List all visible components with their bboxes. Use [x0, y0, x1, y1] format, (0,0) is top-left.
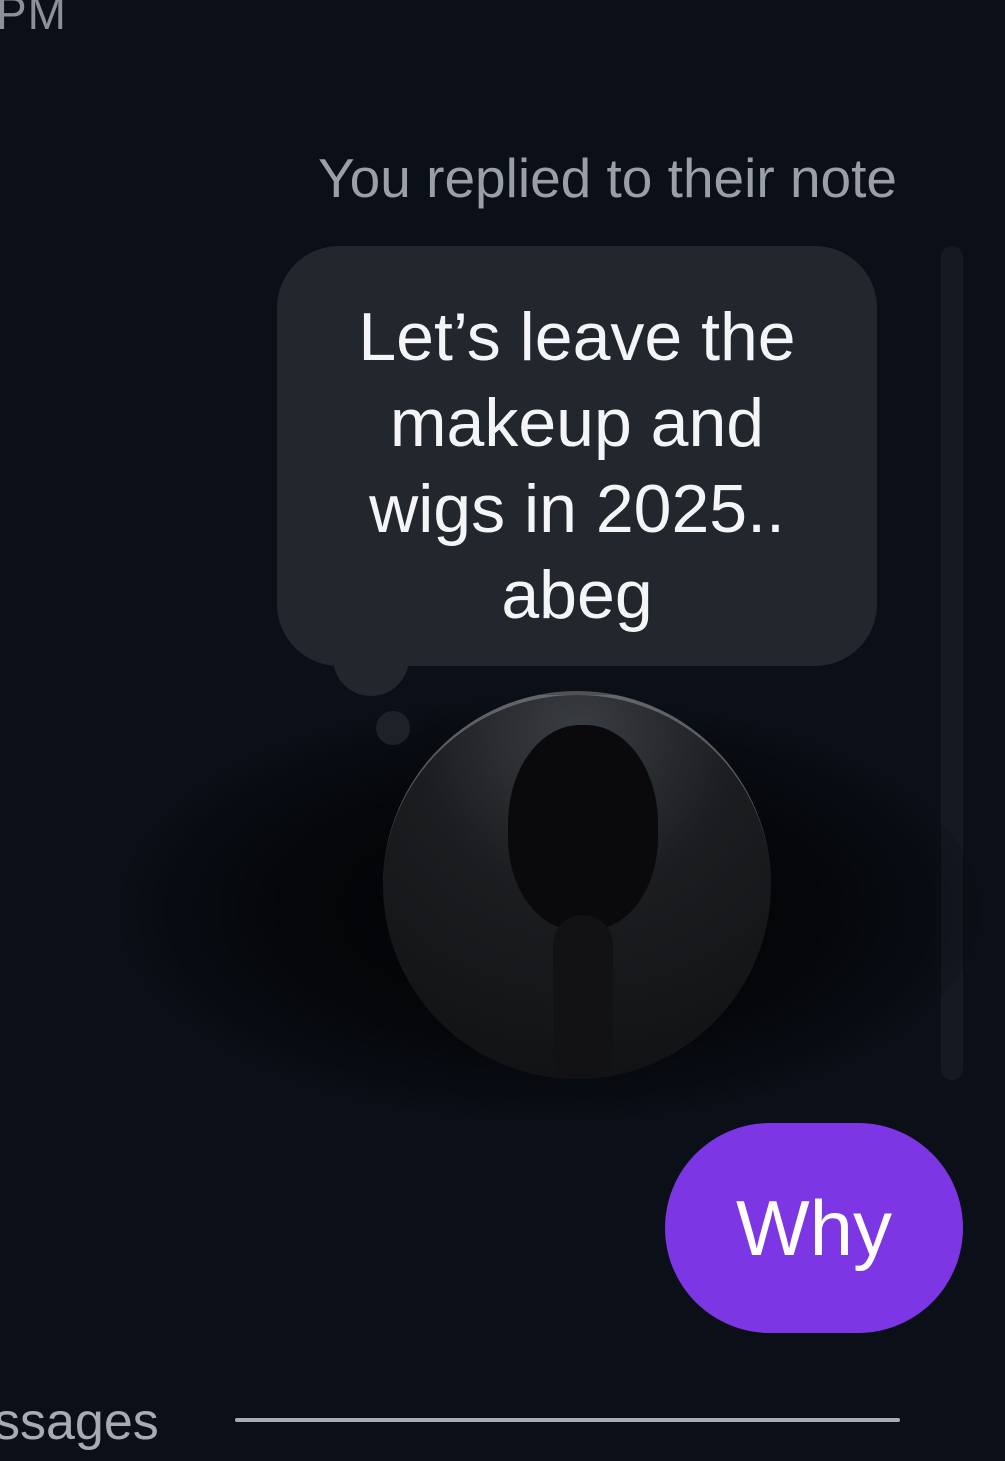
reply-context-label: You replied to their note — [318, 147, 897, 209]
section-label: ssages — [0, 1393, 159, 1451]
note-text: Let’s leave the makeup and wigs in 2025.… — [358, 299, 796, 633]
message-timestamp: PM — [0, 0, 67, 39]
note-bubble[interactable]: Let’s leave the makeup and wigs in 2025.… — [277, 246, 877, 666]
sent-message-text: Why — [736, 1183, 892, 1272]
avatar-body-silhouette — [553, 915, 613, 1079]
avatar[interactable] — [383, 691, 771, 1079]
note-bubble-tail — [333, 644, 409, 696]
avatar-head-silhouette — [508, 725, 658, 930]
note-bubble-tail-dot — [376, 711, 410, 745]
section-divider — [235, 1418, 900, 1422]
sent-message-bubble[interactable]: Why — [665, 1123, 963, 1333]
